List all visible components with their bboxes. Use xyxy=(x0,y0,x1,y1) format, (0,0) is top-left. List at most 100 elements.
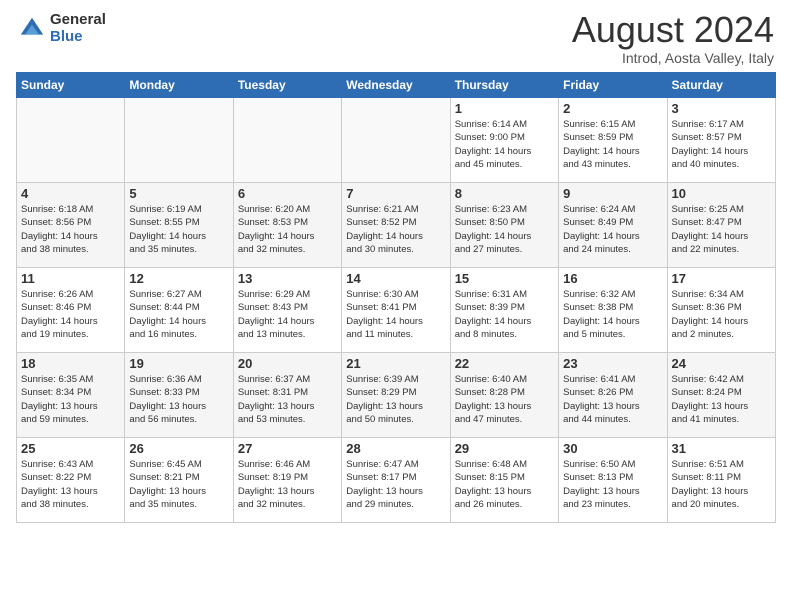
month-year-title: August 2024 xyxy=(572,12,774,48)
day-number: 10 xyxy=(672,186,771,201)
day-info: Sunrise: 6:48 AM Sunset: 8:15 PM Dayligh… xyxy=(455,458,554,511)
day-cell: 12Sunrise: 6:27 AM Sunset: 8:44 PM Dayli… xyxy=(125,268,233,353)
day-number: 19 xyxy=(129,356,228,371)
day-cell: 11 Sunrise: 6:26 AM Sunset: 8:46 PM Dayli… xyxy=(17,268,125,353)
day-number: 2 xyxy=(563,101,662,116)
day-info: Sunrise: 6:40 AM Sunset: 8:28 PM Dayligh… xyxy=(455,373,554,426)
day-number: 7 xyxy=(346,186,445,201)
day-number: 13 xyxy=(238,271,337,286)
day-cell: 17 Sunrise: 6:34 AM Sunset: 8:36 PM Dayli… xyxy=(667,268,775,353)
column-header-friday: Friday xyxy=(559,73,667,98)
day-number: 16 xyxy=(563,271,662,286)
day-info: Sunrise: 6:25 AM Sunset: 8:47 PM Dayligh… xyxy=(672,203,771,256)
day-info: Sunrise: 6:51 AM Sunset: 8:11 PM Dayligh… xyxy=(672,458,771,511)
column-header-thursday: Thursday xyxy=(450,73,558,98)
day-cell xyxy=(342,98,450,183)
day-info: Sunrise: 6:19 AM Sunset: 8:55 PM Dayligh… xyxy=(129,203,228,256)
calendar-body: 1 Sunrise: 6:14 AM Sunset: 9:00 PM Daylig… xyxy=(17,98,776,523)
day-info: Sunrise: 6:27 AM Sunset: 8:44 PM Dayligh… xyxy=(129,288,228,341)
day-number: 4 xyxy=(21,186,120,201)
day-info: Sunrise: 6:17 AM Sunset: 8:57 PM Dayligh… xyxy=(672,118,771,171)
calendar-table: SundayMondayTuesdayWednesdayThursdayFrid… xyxy=(16,72,776,523)
day-cell: 27Sunrise: 6:46 AM Sunset: 8:19 PM Dayli… xyxy=(233,438,341,523)
day-cell: 8Sunrise: 6:23 AM Sunset: 8:50 PM Daylig… xyxy=(450,183,558,268)
day-cell: 2 Sunrise: 6:15 AM Sunset: 8:59 PM Daylig… xyxy=(559,98,667,183)
day-number: 5 xyxy=(129,186,228,201)
day-info: Sunrise: 6:24 AM Sunset: 8:49 PM Dayligh… xyxy=(563,203,662,256)
week-row-2: 4 Sunrise: 6:18 AM Sunset: 8:56 PM Daylig… xyxy=(17,183,776,268)
day-info: Sunrise: 6:36 AM Sunset: 8:33 PM Dayligh… xyxy=(129,373,228,426)
day-cell: 26Sunrise: 6:45 AM Sunset: 8:21 PM Dayli… xyxy=(125,438,233,523)
day-cell: 18 Sunrise: 6:35 AM Sunset: 8:34 PM Dayli… xyxy=(17,353,125,438)
calendar-wrapper: SundayMondayTuesdayWednesdayThursdayFrid… xyxy=(0,72,792,531)
day-cell: 10 Sunrise: 6:25 AM Sunset: 8:47 PM Dayli… xyxy=(667,183,775,268)
day-cell: 24Sunrise: 6:42 AM Sunset: 8:24 PM Dayli… xyxy=(667,353,775,438)
day-number: 21 xyxy=(346,356,445,371)
day-number: 25 xyxy=(21,441,120,456)
day-cell: 25 Sunrise: 6:43 AM Sunset: 8:22 PM Dayli… xyxy=(17,438,125,523)
day-number: 28 xyxy=(346,441,445,456)
day-number: 17 xyxy=(672,271,771,286)
page-header: General Blue August 2024 Introd, Aosta V… xyxy=(0,0,792,72)
day-number: 3 xyxy=(672,101,771,116)
day-cell: 1 Sunrise: 6:14 AM Sunset: 9:00 PM Daylig… xyxy=(450,98,558,183)
day-cell xyxy=(17,98,125,183)
day-cell: 31Sunrise: 6:51 AM Sunset: 8:11 PM Dayli… xyxy=(667,438,775,523)
column-header-tuesday: Tuesday xyxy=(233,73,341,98)
day-cell: 19 Sunrise: 6:36 AM Sunset: 8:33 PM Dayli… xyxy=(125,353,233,438)
day-info: Sunrise: 6:43 AM Sunset: 8:22 PM Dayligh… xyxy=(21,458,120,511)
logo-general-text: General xyxy=(50,12,106,29)
day-cell: 16 Sunrise: 6:32 AM Sunset: 8:38 PM Dayli… xyxy=(559,268,667,353)
day-info: Sunrise: 6:18 AM Sunset: 8:56 PM Dayligh… xyxy=(21,203,120,256)
day-cell: 3 Sunrise: 6:17 AM Sunset: 8:57 PM Daylig… xyxy=(667,98,775,183)
day-number: 27 xyxy=(238,441,337,456)
day-info: Sunrise: 6:35 AM Sunset: 8:34 PM Dayligh… xyxy=(21,373,120,426)
day-info: Sunrise: 6:37 AM Sunset: 8:31 PM Dayligh… xyxy=(238,373,337,426)
day-number: 24 xyxy=(672,356,771,371)
day-info: Sunrise: 6:21 AM Sunset: 8:52 PM Dayligh… xyxy=(346,203,445,256)
day-number: 26 xyxy=(129,441,228,456)
day-number: 18 xyxy=(21,356,120,371)
day-number: 22 xyxy=(455,356,554,371)
day-info: Sunrise: 6:15 AM Sunset: 8:59 PM Dayligh… xyxy=(563,118,662,171)
day-number: 20 xyxy=(238,356,337,371)
day-info: Sunrise: 6:34 AM Sunset: 8:36 PM Dayligh… xyxy=(672,288,771,341)
day-info: Sunrise: 6:30 AM Sunset: 8:41 PM Dayligh… xyxy=(346,288,445,341)
column-header-wednesday: Wednesday xyxy=(342,73,450,98)
day-cell: 28 Sunrise: 6:47 AM Sunset: 8:17 PM Dayli… xyxy=(342,438,450,523)
day-number: 9 xyxy=(563,186,662,201)
day-info: Sunrise: 6:20 AM Sunset: 8:53 PM Dayligh… xyxy=(238,203,337,256)
column-header-monday: Monday xyxy=(125,73,233,98)
days-of-week-row: SundayMondayTuesdayWednesdayThursdayFrid… xyxy=(17,73,776,98)
day-info: Sunrise: 6:26 AM Sunset: 8:46 PM Dayligh… xyxy=(21,288,120,341)
day-number: 1 xyxy=(455,101,554,116)
day-cell: 30Sunrise: 6:50 AM Sunset: 8:13 PM Dayli… xyxy=(559,438,667,523)
day-cell: 5 Sunrise: 6:19 AM Sunset: 8:55 PM Daylig… xyxy=(125,183,233,268)
day-cell: 13Sunrise: 6:29 AM Sunset: 8:43 PM Dayli… xyxy=(233,268,341,353)
day-cell: 20 Sunrise: 6:37 AM Sunset: 8:31 PM Dayli… xyxy=(233,353,341,438)
day-cell: 22 Sunrise: 6:40 AM Sunset: 8:28 PM Dayli… xyxy=(450,353,558,438)
day-number: 29 xyxy=(455,441,554,456)
logo-text: General Blue xyxy=(50,12,106,45)
logo-icon xyxy=(18,15,46,43)
day-info: Sunrise: 6:50 AM Sunset: 8:13 PM Dayligh… xyxy=(563,458,662,511)
day-info: Sunrise: 6:41 AM Sunset: 8:26 PM Dayligh… xyxy=(563,373,662,426)
day-cell xyxy=(125,98,233,183)
day-number: 6 xyxy=(238,186,337,201)
day-info: Sunrise: 6:32 AM Sunset: 8:38 PM Dayligh… xyxy=(563,288,662,341)
day-cell: 6 Sunrise: 6:20 AM Sunset: 8:53 PM Daylig… xyxy=(233,183,341,268)
day-info: Sunrise: 6:14 AM Sunset: 9:00 PM Dayligh… xyxy=(455,118,554,171)
column-header-sunday: Sunday xyxy=(17,73,125,98)
calendar-header: SundayMondayTuesdayWednesdayThursdayFrid… xyxy=(17,73,776,98)
day-info: Sunrise: 6:47 AM Sunset: 8:17 PM Dayligh… xyxy=(346,458,445,511)
day-number: 15 xyxy=(455,271,554,286)
day-number: 11 xyxy=(21,271,120,286)
column-header-saturday: Saturday xyxy=(667,73,775,98)
day-cell: 14Sunrise: 6:30 AM Sunset: 8:41 PM Dayli… xyxy=(342,268,450,353)
day-number: 23 xyxy=(563,356,662,371)
day-cell xyxy=(233,98,341,183)
day-cell: 7 Sunrise: 6:21 AM Sunset: 8:52 PM Daylig… xyxy=(342,183,450,268)
week-row-4: 18 Sunrise: 6:35 AM Sunset: 8:34 PM Dayli… xyxy=(17,353,776,438)
day-number: 8 xyxy=(455,186,554,201)
day-cell: 21Sunrise: 6:39 AM Sunset: 8:29 PM Dayli… xyxy=(342,353,450,438)
